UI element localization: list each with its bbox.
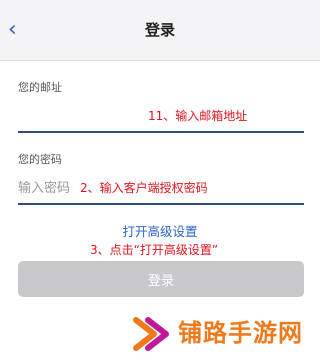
email-label: 您的邮址 (18, 81, 62, 94)
login-button[interactable]: 登录 (18, 261, 304, 297)
page-title: 登录 (144, 21, 175, 39)
email-annotation: 11、输入邮箱地址 (148, 109, 248, 123)
watermark-text: 铺路手游网 (178, 319, 303, 347)
password-annotation: 2、输入客户端授权密码 (80, 181, 208, 195)
watermark: 铺路手游网 (130, 310, 320, 358)
open-advanced-settings-link[interactable]: 打开高级设置 (0, 223, 320, 241)
advanced-annotation: 3、点击“打开高级设置” (90, 243, 219, 257)
watermark-logo-icon (133, 317, 169, 351)
nav-bar: ‹ 登录 (0, 0, 320, 61)
password-label: 您的密码 (18, 153, 62, 166)
